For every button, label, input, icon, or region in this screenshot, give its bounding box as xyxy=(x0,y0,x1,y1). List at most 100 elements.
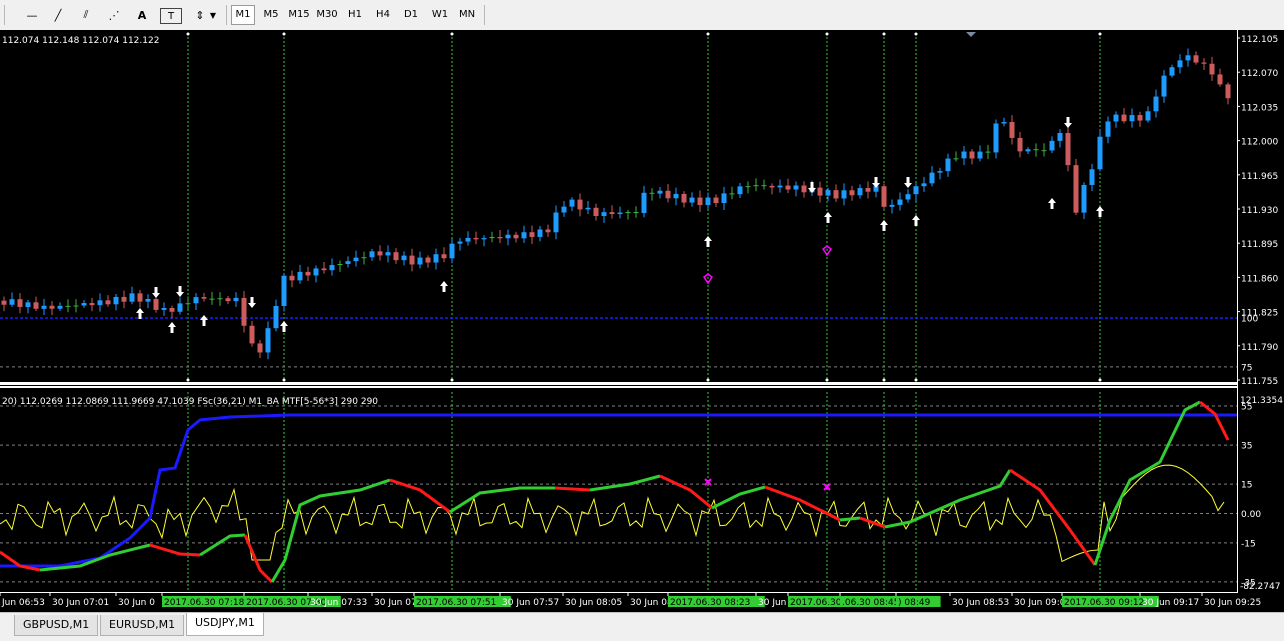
candlestick[interactable] xyxy=(777,185,783,188)
candlestick[interactable] xyxy=(681,193,687,203)
fibonacci-tool-icon[interactable]: ⫽ xyxy=(76,4,96,26)
candlestick[interactable] xyxy=(977,151,983,159)
trendline-tool-icon[interactable]: ╱ xyxy=(48,4,68,26)
timeframe-m30-button[interactable]: M30 xyxy=(314,6,340,24)
candlestick[interactable] xyxy=(889,204,895,207)
tab-usdjpy[interactable]: USDJPY,M1 xyxy=(186,613,264,636)
candlestick[interactable] xyxy=(113,296,119,305)
candlestick[interactable] xyxy=(81,303,87,306)
candlestick[interactable] xyxy=(609,212,615,215)
candlestick[interactable] xyxy=(457,241,463,244)
candlestick[interactable] xyxy=(121,296,127,302)
candlestick[interactable] xyxy=(185,303,191,305)
candlestick[interactable] xyxy=(577,199,583,210)
candlestick[interactable] xyxy=(449,243,455,259)
candlestick[interactable] xyxy=(497,236,503,239)
fibonacci-fan-tool-icon[interactable]: ⋰ xyxy=(104,4,124,26)
candlestick[interactable] xyxy=(313,268,319,276)
candlestick[interactable] xyxy=(329,264,335,271)
candlestick[interactable] xyxy=(241,297,247,326)
candlestick[interactable] xyxy=(753,185,759,187)
candlestick[interactable] xyxy=(361,257,367,259)
candlestick[interactable] xyxy=(537,229,543,237)
timeframe-mn-button[interactable]: MN xyxy=(455,6,479,24)
candlestick[interactable] xyxy=(897,199,903,205)
timeframe-h4-button[interactable]: H4 xyxy=(372,6,394,24)
candlestick[interactable] xyxy=(73,305,79,307)
candlestick[interactable] xyxy=(465,237,471,242)
pane-divider[interactable] xyxy=(0,382,1238,385)
candlestick[interactable] xyxy=(521,232,527,239)
candlestick[interactable] xyxy=(105,300,111,305)
candlestick[interactable] xyxy=(1217,74,1223,85)
candlestick[interactable] xyxy=(201,297,207,299)
candlestick[interactable] xyxy=(657,190,663,194)
price-chart-canvas[interactable]: 112.074 112.148 112.074 112.122 20) 112.… xyxy=(0,30,1284,628)
candlestick[interactable] xyxy=(665,190,671,199)
candlestick[interactable] xyxy=(585,207,591,210)
candlestick[interactable] xyxy=(1113,114,1119,122)
candlestick[interactable] xyxy=(985,151,991,153)
candlestick[interactable] xyxy=(1145,111,1151,121)
tab-gbpusd[interactable]: GBPUSD,M1 xyxy=(14,615,99,636)
candlestick[interactable] xyxy=(1209,63,1215,75)
candlestick[interactable] xyxy=(1089,169,1095,185)
candlestick[interactable] xyxy=(649,192,655,194)
candlestick[interactable] xyxy=(409,255,415,265)
candlestick[interactable] xyxy=(673,193,679,199)
candlestick[interactable] xyxy=(769,185,775,188)
candlestick[interactable] xyxy=(569,199,575,207)
candlestick[interactable] xyxy=(1137,115,1143,121)
candlestick[interactable] xyxy=(633,211,639,214)
candlestick[interactable] xyxy=(49,305,55,309)
candlestick[interactable] xyxy=(393,252,399,261)
candlestick[interactable] xyxy=(921,183,927,187)
candlestick[interactable] xyxy=(713,197,719,203)
candlestick[interactable] xyxy=(33,302,39,309)
candlestick[interactable] xyxy=(553,212,559,233)
candlestick[interactable] xyxy=(433,254,439,263)
candlestick[interactable] xyxy=(9,299,15,305)
candlestick[interactable] xyxy=(417,257,423,265)
candlestick[interactable] xyxy=(801,185,807,193)
candlestick[interactable] xyxy=(41,305,47,309)
candlestick[interactable] xyxy=(945,158,951,172)
candlestick[interactable] xyxy=(641,192,647,214)
candlestick[interactable] xyxy=(1129,115,1135,122)
candlestick[interactable] xyxy=(233,297,239,302)
candlestick[interactable] xyxy=(857,188,863,196)
candlestick[interactable] xyxy=(1177,60,1183,68)
candlestick[interactable] xyxy=(513,234,519,239)
candlestick[interactable] xyxy=(1169,67,1175,76)
candlestick[interactable] xyxy=(89,303,95,306)
candlestick[interactable] xyxy=(1017,137,1023,152)
candlestick[interactable] xyxy=(689,197,695,203)
arrows-tool-icon[interactable]: ⇕ xyxy=(190,4,210,26)
timeframe-w1-button[interactable]: W1 xyxy=(428,6,452,24)
candlestick[interactable] xyxy=(385,252,391,256)
candlestick[interactable] xyxy=(721,193,727,203)
candlestick[interactable] xyxy=(697,197,703,206)
candlestick[interactable] xyxy=(1193,55,1199,63)
arrows-dropdown-icon[interactable]: ▼ xyxy=(208,4,218,26)
candlestick[interactable] xyxy=(1041,150,1047,152)
candlestick[interactable] xyxy=(1073,165,1079,213)
candlestick[interactable] xyxy=(833,190,839,199)
candlestick[interactable] xyxy=(97,300,103,306)
candlestick[interactable] xyxy=(601,212,607,217)
candlestick[interactable] xyxy=(953,158,959,160)
candlestick[interactable] xyxy=(817,187,823,196)
chart-shift-marker-icon[interactable] xyxy=(966,32,976,37)
candlestick[interactable] xyxy=(289,275,295,281)
candlestick[interactable] xyxy=(761,185,767,187)
candlestick[interactable] xyxy=(937,171,943,173)
candlestick[interactable] xyxy=(353,257,359,262)
candlestick[interactable] xyxy=(225,298,231,302)
candlestick[interactable] xyxy=(1033,149,1039,151)
tab-eurusd[interactable]: EURUSD,M1 xyxy=(100,615,185,636)
candlestick[interactable] xyxy=(905,194,911,200)
candlestick[interactable] xyxy=(1001,122,1007,124)
candlestick[interactable] xyxy=(737,186,743,195)
candlestick[interactable] xyxy=(841,190,847,199)
candlestick[interactable] xyxy=(481,238,487,240)
